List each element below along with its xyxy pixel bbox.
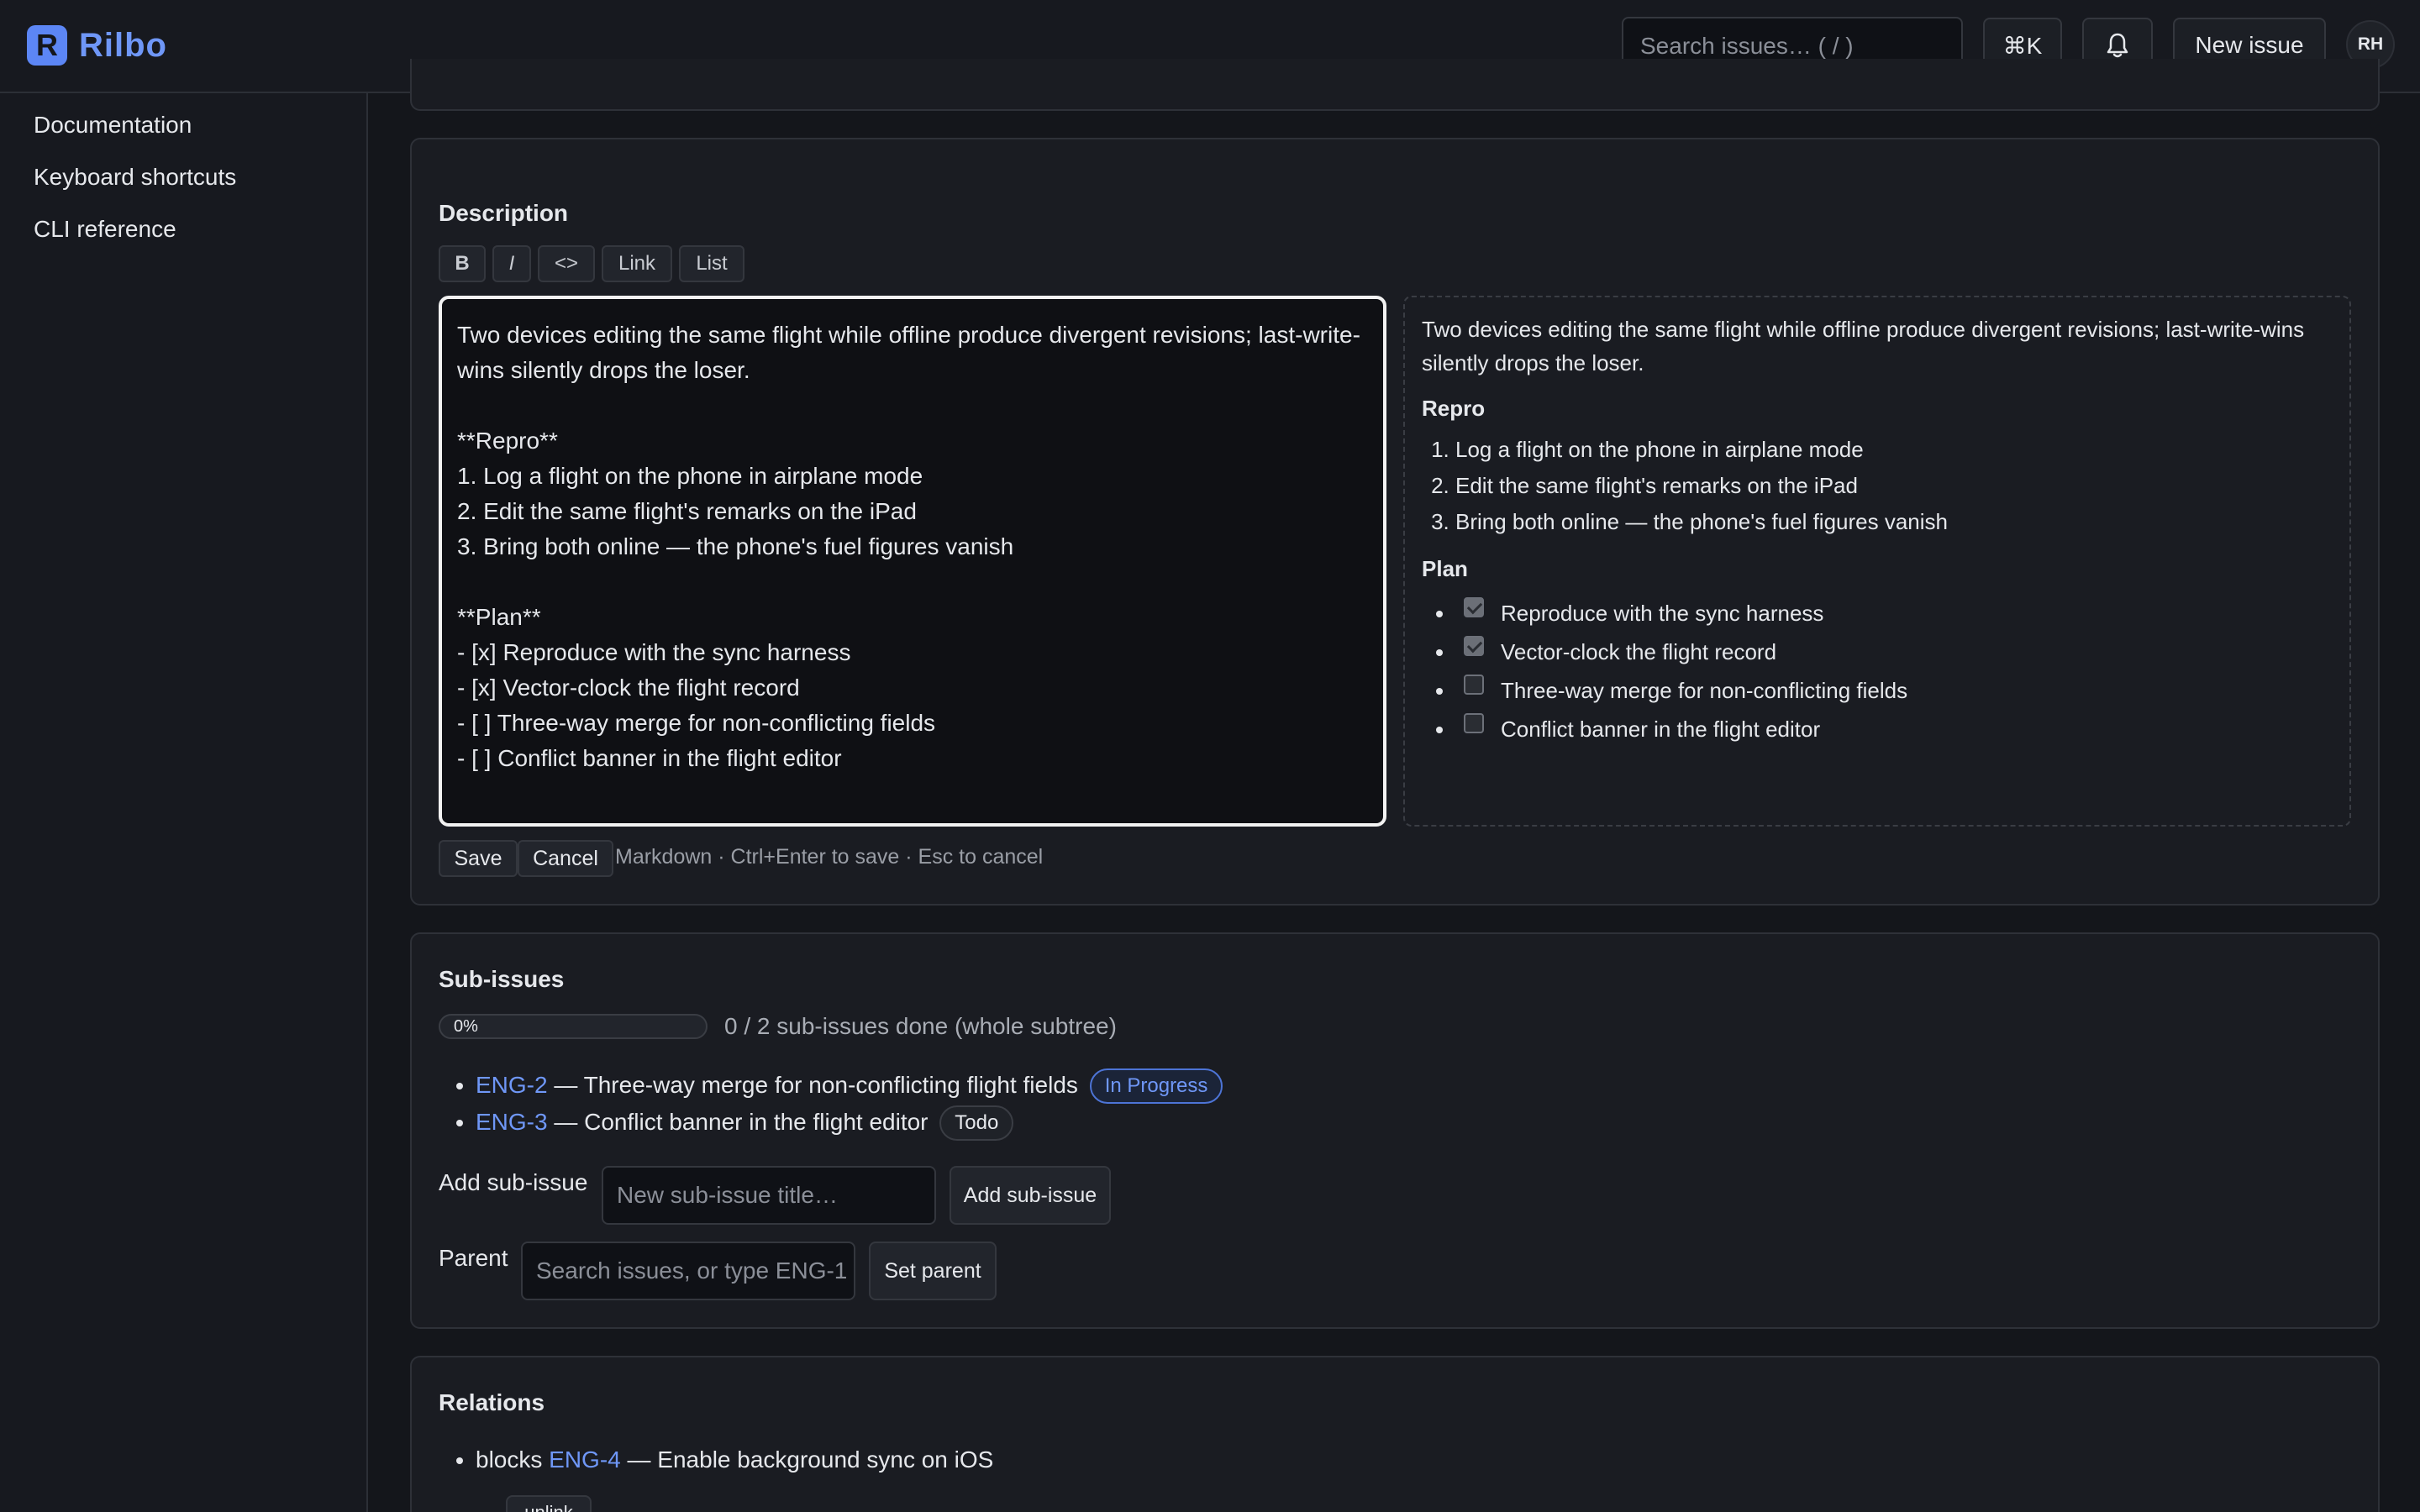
relations-card — [410, 1356, 2380, 1512]
subissue-title: — Conflict banner in the flight editor — [554, 1109, 929, 1135]
new-subissue-input[interactable]: New sub-issue title… — [602, 1166, 936, 1225]
preview-repro-heading: Repro — [1422, 396, 1486, 421]
sidebar-item-keyboard-shortcuts[interactable]: Keyboard shortcuts — [34, 164, 236, 191]
progress-label: 0% — [454, 1017, 478, 1036]
list-item: Log a flight on the phone in airplane mo… — [1455, 432, 2333, 468]
parent-label: Parent — [439, 1245, 508, 1271]
add-subissue-label: Add sub-issue — [439, 1169, 588, 1195]
checkbox[interactable] — [1464, 636, 1484, 656]
list-item: blocks ENG-4 — Enable background sync on… — [476, 1441, 993, 1478]
bell-icon — [2107, 33, 2128, 58]
sidebar-item-documentation[interactable]: Documentation — [34, 112, 192, 139]
subissue-link[interactable]: ENG-3 — [476, 1109, 548, 1135]
list-item: Bring both online — the phone's fuel fig… — [1455, 504, 2333, 540]
preview-repro-list: Log a flight on the phone in airplane mo… — [1422, 432, 2333, 540]
relations-list: blocks ENG-4 — Enable background sync on… — [476, 1441, 993, 1478]
sidebar: Documentation Keyboard shortcuts CLI ref… — [0, 93, 368, 1512]
relation-type: blocks — [476, 1446, 543, 1473]
set-parent-button[interactable]: Set parent — [869, 1242, 997, 1300]
list-item: ENG-3 — Conflict banner in the flight ed… — [476, 1104, 1223, 1141]
list-item: Conflict banner in the flight editor — [1455, 710, 2333, 748]
add-subissue-button[interactable]: Add sub-issue — [950, 1166, 1111, 1225]
checkbox[interactable] — [1464, 713, 1484, 733]
preview-intro: Two devices editing the same flight whil… — [1422, 317, 2305, 375]
plan-item-text: Vector-clock the flight record — [1501, 639, 1777, 664]
relation-title: — Enable background sync on iOS — [627, 1446, 994, 1473]
italic-button[interactable]: I — [492, 245, 531, 282]
progress-text: 0 / 2 sub-issues done (whole subtree) — [724, 1013, 1117, 1039]
subissues-title: Sub-issues — [439, 966, 565, 992]
list-item: Edit the same flight's remarks on the iP… — [1455, 468, 2333, 504]
relations-title: Relations — [439, 1389, 545, 1415]
description-title: Description — [439, 200, 569, 226]
sidebar-item-cli-reference[interactable]: CLI reference — [34, 216, 176, 243]
status-badge: Todo — [939, 1105, 1014, 1141]
unlink-button[interactable]: unlink — [506, 1495, 592, 1512]
plan-item-text: Conflict banner in the flight editor — [1501, 717, 1821, 742]
list-item: Vector-clock the flight record — [1455, 633, 2333, 671]
list-button[interactable]: List — [679, 245, 744, 282]
link-button[interactable]: Link — [602, 245, 672, 282]
preview-plan-heading: Plan — [1422, 556, 1468, 581]
description-preview: Two devices editing the same flight whil… — [1403, 296, 2351, 827]
description-editor[interactable]: Two devices editing the same flight whil… — [439, 296, 1386, 827]
bold-button[interactable]: B — [439, 245, 486, 282]
list-item: ENG-2 — Three-way merge for non-conflict… — [476, 1067, 1223, 1104]
list-item: Reproduce with the sync harness — [1455, 594, 2333, 633]
parent-search-input[interactable]: Search issues, or type ENG-1 — [521, 1242, 855, 1300]
checkbox[interactable] — [1464, 597, 1484, 617]
relation-link[interactable]: ENG-4 — [549, 1446, 621, 1473]
logo-icon: R — [27, 25, 67, 66]
subissue-link[interactable]: ENG-2 — [476, 1072, 548, 1098]
plan-item-text: Reproduce with the sync harness — [1501, 601, 1824, 626]
checkbox[interactable] — [1464, 675, 1484, 695]
code-button[interactable]: <> — [538, 245, 595, 282]
cancel-button[interactable]: Cancel — [518, 840, 613, 877]
subissue-title: — Three-way merge for non-conflicting fl… — [554, 1072, 1078, 1098]
subissues-progress-bar: 0% — [439, 1014, 708, 1039]
preview-plan-list: Reproduce with the sync harness Vector-c… — [1422, 594, 2333, 748]
status-badge: In Progress — [1089, 1068, 1223, 1104]
editor-hint: Markdown · Ctrl+Enter to save · Esc to c… — [615, 845, 1044, 869]
plan-item-text: Three-way merge for non-conflicting fiel… — [1501, 678, 1908, 703]
brand-name: Rilbo — [79, 26, 167, 64]
save-button[interactable]: Save — [439, 840, 518, 877]
previous-card — [410, 59, 2380, 111]
brand[interactable]: R Rilbo — [27, 25, 167, 66]
list-item: Three-way merge for non-conflicting fiel… — [1455, 671, 2333, 710]
subissue-list: ENG-2 — Three-way merge for non-conflict… — [476, 1067, 1223, 1141]
